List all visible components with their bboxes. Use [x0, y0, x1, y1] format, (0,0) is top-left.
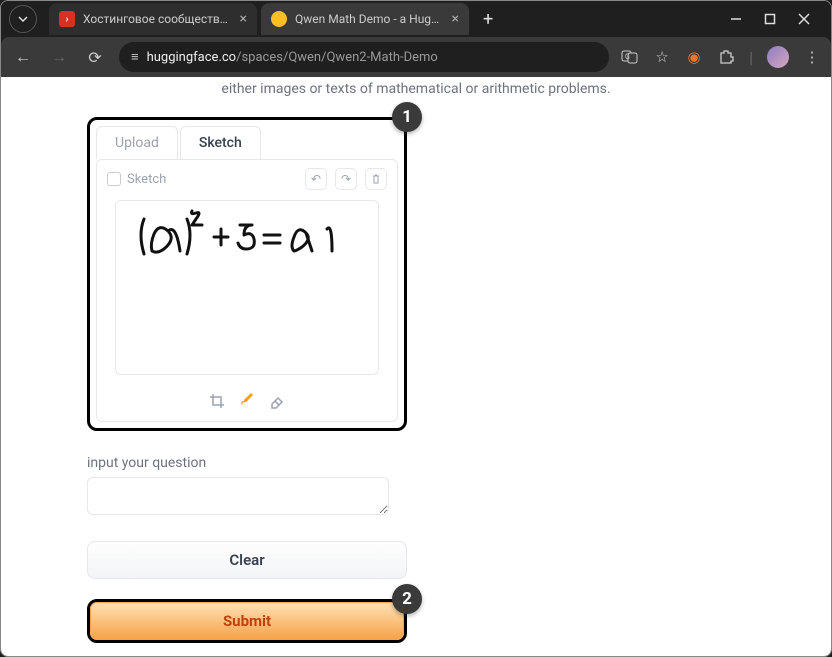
question-label: input your question: [87, 455, 407, 471]
site-info-icon[interactable]: ≡: [131, 49, 139, 65]
address-bar: ← → ⟳ ≡ huggingface.co/spaces/Qwen/Qwen2…: [1, 37, 831, 77]
url-domain: huggingface.co: [147, 50, 237, 65]
close-window-button[interactable]: [797, 12, 811, 26]
tab-search-button[interactable]: [9, 5, 37, 33]
maximize-button[interactable]: [763, 12, 777, 26]
delete-button[interactable]: [365, 168, 387, 190]
bookmark-icon[interactable]: ☆: [653, 48, 671, 66]
intro-text: either images or texts of mathematical o…: [31, 77, 801, 97]
sketch-canvas[interactable]: [115, 200, 379, 375]
url-path: /spaces/Qwen/Qwen2-Math-Demo: [236, 50, 438, 65]
brush-tool[interactable]: [237, 391, 257, 411]
favicon-2: [271, 11, 287, 27]
annotation-badge-2: 2: [392, 584, 422, 614]
reload-button[interactable]: ⟳: [83, 48, 107, 67]
new-tab-button[interactable]: +: [473, 9, 503, 30]
url-input[interactable]: ≡ huggingface.co/spaces/Qwen/Qwen2-Math-…: [119, 42, 609, 72]
redo-button[interactable]: ↷: [335, 168, 357, 190]
image-icon: [107, 172, 121, 186]
window-controls: [729, 12, 823, 26]
sketch-panel: 1 Upload Sketch Sketch ↶ ↷: [87, 117, 407, 431]
titlebar: › Хостинговое сообщество «Tim × Qwen Mat…: [1, 1, 831, 37]
browser-chrome: › Хостинговое сообщество «Tim × Qwen Mat…: [1, 1, 831, 77]
tab-title-1: Хостинговое сообщество «Tim: [83, 12, 232, 26]
tab-title-2: Qwen Math Demo - a Hugging: [295, 12, 444, 26]
tab-sketch[interactable]: Sketch: [180, 126, 261, 159]
crop-tool[interactable]: [207, 391, 227, 411]
sketch-container: Sketch ↶ ↷: [96, 159, 398, 422]
eraser-tool[interactable]: [267, 391, 287, 411]
undo-button[interactable]: ↶: [305, 168, 327, 190]
submit-button[interactable]: Submit: [90, 602, 404, 640]
tab-close-1[interactable]: ×: [240, 11, 247, 27]
back-button[interactable]: ←: [11, 47, 35, 67]
tab-close-2[interactable]: ×: [452, 11, 459, 27]
page-content: either images or texts of mathematical o…: [1, 77, 831, 657]
canvas-tools: [103, 383, 391, 415]
translate-icon[interactable]: G: [621, 48, 639, 66]
profile-avatar[interactable]: [767, 46, 789, 68]
favicon-1: ›: [59, 11, 75, 27]
minimize-button[interactable]: [729, 12, 743, 26]
submit-wrap: 2 Submit: [87, 599, 407, 643]
tab-upload[interactable]: Upload: [96, 126, 178, 159]
question-section: input your question: [87, 455, 407, 519]
browser-tab-1[interactable]: › Хостинговое сообщество «Tim ×: [49, 3, 257, 35]
forward-button[interactable]: →: [47, 47, 71, 67]
sketch-label: Sketch: [107, 172, 166, 187]
clear-button[interactable]: Clear: [87, 541, 407, 579]
browser-tab-2[interactable]: Qwen Math Demo - a Hugging ×: [261, 3, 469, 35]
input-tabs: Upload Sketch: [96, 126, 398, 159]
annotation-badge-1: 1: [392, 102, 422, 132]
extensions-icon[interactable]: [717, 48, 735, 66]
menu-icon[interactable]: ⋮: [803, 48, 821, 66]
extension-icon-1[interactable]: ◉: [685, 48, 703, 66]
svg-text:G: G: [625, 53, 630, 61]
question-input[interactable]: [87, 477, 389, 515]
